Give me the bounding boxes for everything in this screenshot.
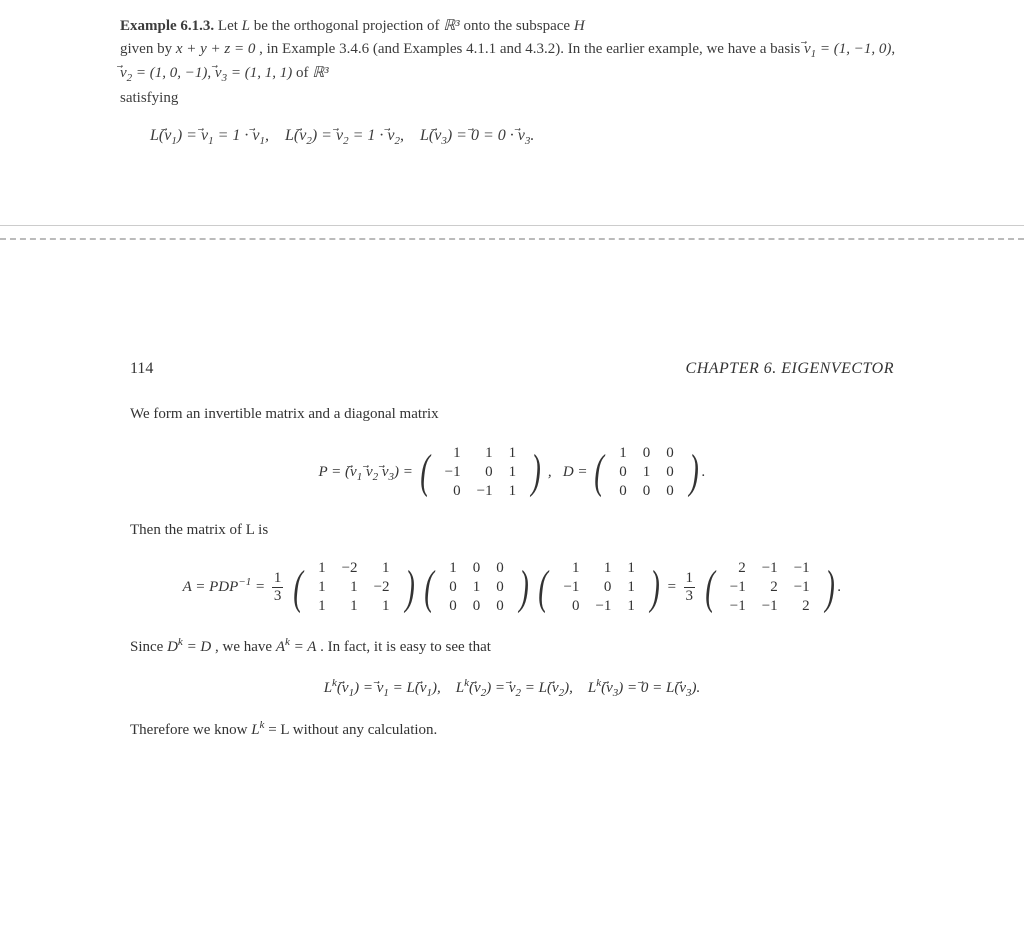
A-equation: A = PDP−1 = 13 ( 1−21 11−2 111 ) ( 100 0…	[130, 559, 894, 616]
page-root: Example 6.1.3. Let L be the orthogonal p…	[0, 0, 1024, 813]
H-sym: H	[574, 18, 585, 34]
page-divider	[0, 225, 1024, 240]
line-form-matrices: We form an invertible matrix and a diago…	[130, 403, 894, 426]
plane-eq: x + y + z = 0	[176, 41, 256, 57]
matrix-P: ( 111 −101 0−11 )	[417, 444, 544, 501]
example-label: Example 6.1.3.	[120, 18, 214, 34]
page-gap	[0, 240, 1024, 330]
R3-2: ℝ³	[312, 65, 328, 81]
R3-1: ℝ³	[443, 18, 459, 34]
upper-page: Example 6.1.3. Let L be the orthogonal p…	[0, 0, 1024, 205]
t3: onto the subspace	[463, 18, 573, 34]
satisfying: satisfying	[120, 90, 178, 106]
v3-def: v3 = (1, 1, 1)	[215, 65, 292, 81]
frac-1-3b: 13	[684, 570, 696, 605]
t4: given by	[120, 41, 176, 57]
since-line: Since Dk = D , we have Ak = A . In fact,…	[130, 634, 894, 659]
t2: be the orthogonal projection of	[254, 18, 444, 34]
t1: Let	[218, 18, 242, 34]
matrix-A-result: ( 2−1−1 −12−1 −1−12 )	[702, 559, 838, 616]
L-sym: L	[242, 18, 250, 34]
therefore-line: Therefore we know Lk = L without any cal…	[130, 717, 894, 742]
chapter-title: CHAPTER 6. EIGENVECTOR	[686, 360, 894, 378]
Dk-eq-D: Dk = D	[167, 639, 211, 655]
matrix-D2: ( 100 010 000 )	[421, 559, 531, 616]
Ak-eq-A: Ak = A	[276, 639, 317, 655]
Lk-equations: Lk(v1) = v1 = L(v1), Lk(v2) = v2 = L(v2)…	[130, 677, 894, 699]
page-header: 114 CHAPTER 6. EIGENVECTOR	[130, 360, 894, 378]
P-D-definition: P = (v1 v2 v3) = ( 111 −101 0−11 ) , D =…	[130, 444, 894, 501]
t6: of	[296, 65, 312, 81]
matrix-Pinv: ( 1−21 11−2 111 )	[290, 559, 417, 616]
Lk-sym: Lk	[251, 722, 264, 738]
v2-def: v2 = (1, 0, −1)	[120, 65, 207, 81]
example-paragraph: Example 6.1.3. Let L be the orthogonal p…	[120, 15, 904, 109]
matrix-D: ( 100 010 000 )	[591, 444, 701, 501]
frac-1-3a: 13	[272, 570, 284, 605]
v1-def: v1 = (1, −1, 0)	[804, 41, 891, 57]
matrix-P2: ( 111 −101 0−11 )	[535, 559, 662, 616]
t5: , in Example 3.4.6 (and Examples 4.1.1 a…	[259, 41, 804, 57]
lower-page: 114 CHAPTER 6. EIGENVECTOR We form an in…	[0, 330, 1024, 813]
page-number: 114	[130, 360, 153, 378]
then-text: Then the matrix of L is	[130, 519, 894, 542]
L-eigen-equations: L(v1) = v1 = 1 · v1, L(v2) = v2 = 1 · v2…	[120, 127, 904, 147]
